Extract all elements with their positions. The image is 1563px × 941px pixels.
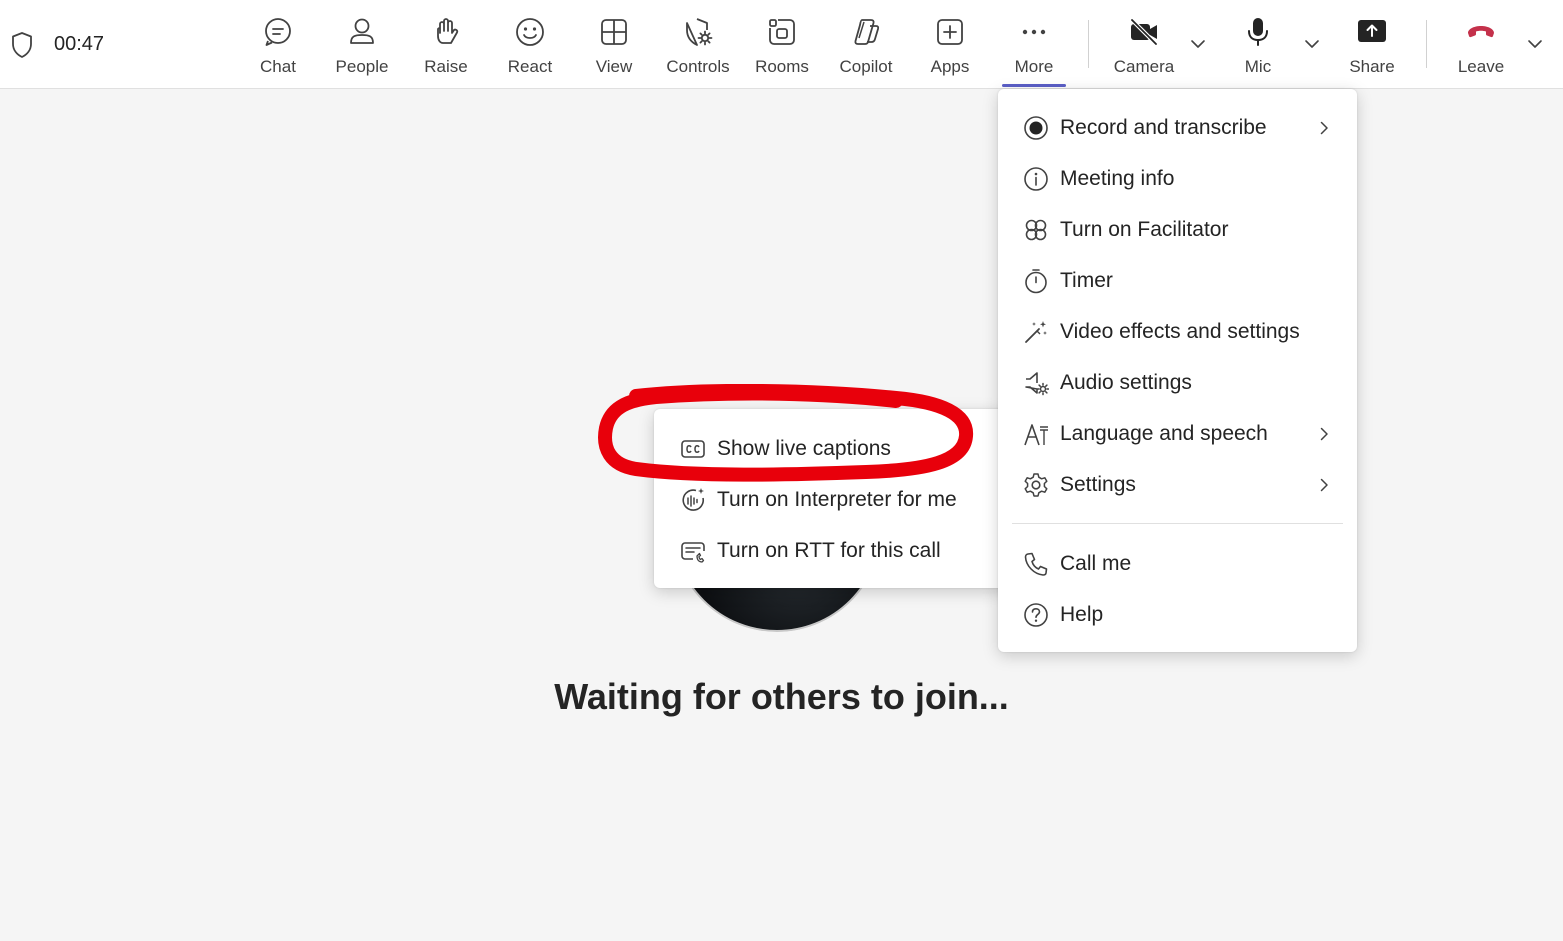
more-horizontal-icon bbox=[1017, 15, 1051, 49]
language-speech-item[interactable]: Language and speech bbox=[998, 412, 1357, 456]
record-icon bbox=[1023, 115, 1049, 141]
share-button[interactable]: Share bbox=[1332, 0, 1412, 88]
raise-label: Raise bbox=[424, 57, 468, 76]
meeting-info-item[interactable]: Meeting info bbox=[998, 157, 1357, 201]
language-icon bbox=[1023, 421, 1049, 447]
speaker-settings-icon bbox=[1023, 370, 1049, 396]
chevron-right-icon bbox=[1320, 121, 1328, 135]
active-tab-indicator bbox=[1002, 84, 1066, 87]
chat-button[interactable]: Chat bbox=[238, 0, 318, 88]
hang-up-icon bbox=[1464, 15, 1498, 49]
call-me-label: Call me bbox=[1060, 552, 1132, 575]
breakout-rooms-icon bbox=[765, 15, 799, 49]
controls-button[interactable]: Controls bbox=[658, 0, 738, 88]
controls-label: Controls bbox=[666, 57, 730, 76]
menu-divider bbox=[1012, 523, 1343, 524]
share-label: Share bbox=[1349, 57, 1395, 76]
add-app-icon bbox=[933, 15, 967, 49]
copilot-button[interactable]: Copilot bbox=[826, 0, 906, 88]
microphone-icon bbox=[1241, 15, 1275, 49]
info-icon bbox=[1023, 166, 1049, 192]
meeting-info-label: Meeting info bbox=[1060, 167, 1175, 190]
react-button[interactable]: React bbox=[490, 0, 570, 88]
person-icon bbox=[345, 15, 379, 49]
meeting-toolbar: 00:47 Chat People Raise React View Contr… bbox=[0, 0, 1563, 89]
camera-options-chevron-down-icon[interactable] bbox=[1189, 35, 1207, 53]
waiting-status: Waiting for others to join... bbox=[554, 676, 1009, 717]
facilitator-icon bbox=[1023, 217, 1049, 243]
gear-icon bbox=[1023, 472, 1049, 498]
phone-icon bbox=[1023, 551, 1049, 577]
toolbar-divider bbox=[1088, 20, 1089, 68]
interpreter-item[interactable]: Turn on Interpreter for me bbox=[654, 478, 1013, 522]
help-item[interactable]: Help bbox=[998, 593, 1357, 637]
rtt-icon bbox=[680, 538, 706, 564]
record-transcribe-item[interactable]: Record and transcribe bbox=[998, 106, 1357, 150]
camera-off-icon bbox=[1127, 15, 1161, 49]
audio-settings-item[interactable]: Audio settings bbox=[998, 361, 1357, 405]
more-button[interactable]: More bbox=[994, 0, 1074, 88]
more-options-menu: Record and transcribe Meeting info Turn … bbox=[998, 89, 1357, 652]
magic-wand-icon bbox=[1023, 319, 1049, 345]
record-transcribe-label: Record and transcribe bbox=[1060, 116, 1267, 139]
language-speech-submenu: Show live captions Turn on Interpreter f… bbox=[654, 409, 1013, 588]
camera-button[interactable]: Camera bbox=[1104, 0, 1184, 88]
apps-label: Apps bbox=[930, 57, 970, 76]
rooms-label: Rooms bbox=[755, 57, 809, 76]
people-label: People bbox=[335, 57, 389, 76]
share-screen-icon bbox=[1355, 15, 1389, 49]
mic-options-chevron-down-icon[interactable] bbox=[1303, 35, 1321, 53]
apps-button[interactable]: Apps bbox=[910, 0, 990, 88]
view-label: View bbox=[595, 57, 633, 76]
settings-item[interactable]: Settings bbox=[998, 463, 1357, 507]
show-live-captions-item[interactable]: Show live captions bbox=[654, 427, 1013, 471]
facilitator-label: Turn on Facilitator bbox=[1060, 218, 1229, 241]
chevron-right-icon bbox=[1320, 478, 1328, 492]
show-live-captions-label: Show live captions bbox=[717, 437, 891, 460]
rooms-button[interactable]: Rooms bbox=[742, 0, 822, 88]
call-duration: 00:47 bbox=[54, 33, 105, 55]
video-effects-label: Video effects and settings bbox=[1060, 320, 1300, 343]
leave-options-chevron-down-icon[interactable] bbox=[1526, 35, 1544, 53]
chat-icon bbox=[261, 15, 295, 49]
help-label: Help bbox=[1060, 603, 1104, 626]
toolbar-divider bbox=[1426, 20, 1427, 68]
chevron-right-icon bbox=[1320, 427, 1328, 441]
audio-settings-label: Audio settings bbox=[1060, 371, 1192, 394]
facilitator-item[interactable]: Turn on Facilitator bbox=[998, 208, 1357, 252]
call-me-item[interactable]: Call me bbox=[998, 542, 1357, 586]
rtt-item[interactable]: Turn on RTT for this call bbox=[654, 529, 1013, 573]
timer-icon bbox=[1023, 268, 1049, 294]
leave-label: Leave bbox=[1457, 57, 1505, 76]
timer-item[interactable]: Timer bbox=[998, 259, 1357, 303]
more-label: More bbox=[1014, 57, 1054, 76]
smiley-icon bbox=[513, 15, 547, 49]
video-effects-item[interactable]: Video effects and settings bbox=[998, 310, 1357, 354]
language-speech-label: Language and speech bbox=[1060, 422, 1268, 445]
help-icon bbox=[1023, 602, 1049, 628]
interpreter-icon bbox=[680, 487, 706, 513]
raise-hand-button[interactable]: Raise bbox=[406, 0, 486, 88]
rtt-label: Turn on RTT for this call bbox=[717, 539, 941, 562]
copilot-icon bbox=[849, 15, 883, 49]
react-label: React bbox=[507, 57, 553, 76]
chat-label: Chat bbox=[260, 57, 296, 76]
shield-settings-icon bbox=[681, 15, 715, 49]
interpreter-label: Turn on Interpreter for me bbox=[717, 488, 957, 511]
hand-icon bbox=[429, 15, 463, 49]
mic-label: Mic bbox=[1244, 57, 1272, 76]
closed-captions-icon bbox=[680, 436, 706, 462]
mic-button[interactable]: Mic bbox=[1218, 0, 1298, 88]
view-button[interactable]: View bbox=[574, 0, 654, 88]
copilot-label: Copilot bbox=[839, 57, 893, 76]
settings-label: Settings bbox=[1060, 473, 1136, 496]
timer-label: Timer bbox=[1060, 269, 1113, 292]
leave-button[interactable]: Leave bbox=[1441, 0, 1521, 88]
people-button[interactable]: People bbox=[322, 0, 402, 88]
grid-icon bbox=[597, 15, 631, 49]
camera-label: Camera bbox=[1113, 57, 1175, 76]
shield-icon[interactable] bbox=[10, 31, 34, 59]
